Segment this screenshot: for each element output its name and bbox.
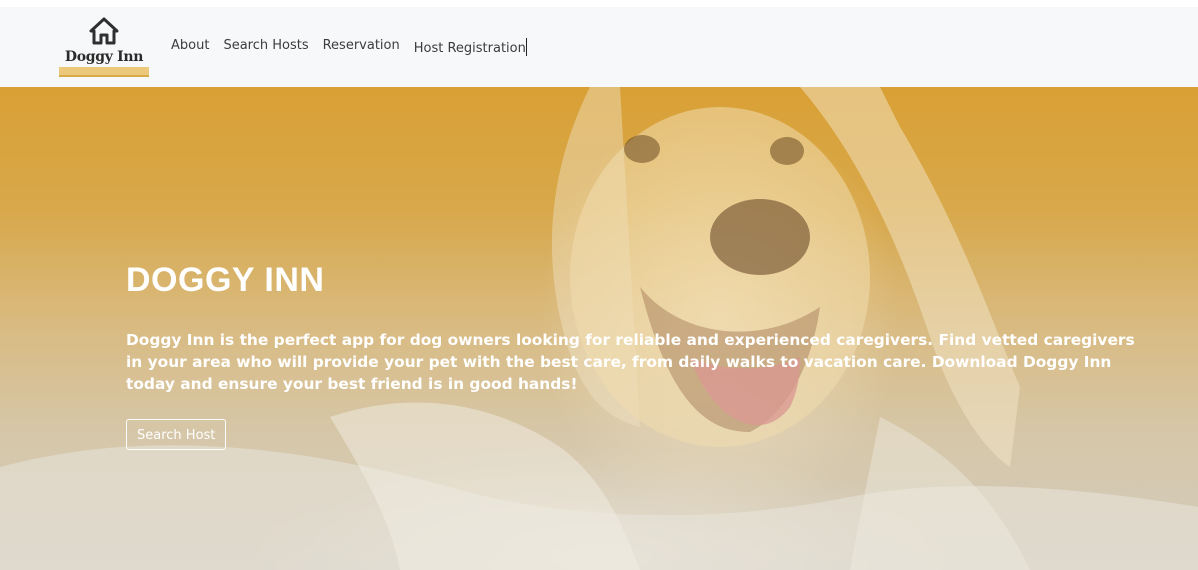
search-host-button[interactable]: Search Host	[126, 419, 227, 450]
hero-title: DOGGY INN	[126, 261, 325, 299]
navbar: Doggy Inn About Search Hosts Reservation…	[0, 7, 1198, 87]
top-strip	[0, 0, 1198, 7]
hero-section: DOGGY INN Doggy Inn is the perfect app f…	[0, 87, 1198, 570]
hero-description: Doggy Inn is the perfect app for dog own…	[126, 331, 1135, 393]
nav-item-host-registration-label: Host Registration	[413, 41, 526, 56]
brand-logo[interactable]: Doggy Inn	[58, 17, 150, 77]
page: Doggy Inn About Search Hosts Reservation…	[0, 0, 1198, 570]
house-icon	[89, 17, 119, 45]
nav-item-search-hosts[interactable]: Search Hosts	[223, 38, 308, 56]
nav-item-about[interactable]: About	[171, 38, 209, 56]
hero-content: DOGGY INN Doggy Inn is the perfect app f…	[126, 261, 1146, 450]
nav-item-host-registration[interactable]: Host Registration	[414, 38, 527, 56]
text-cursor	[525, 38, 527, 56]
brand-name: Doggy Inn	[64, 49, 144, 65]
nav-item-reservation[interactable]: Reservation	[323, 38, 400, 56]
brand-underline-shadow	[59, 75, 149, 77]
nav-links: About Search Hosts Reservation Host Regi…	[171, 38, 527, 56]
